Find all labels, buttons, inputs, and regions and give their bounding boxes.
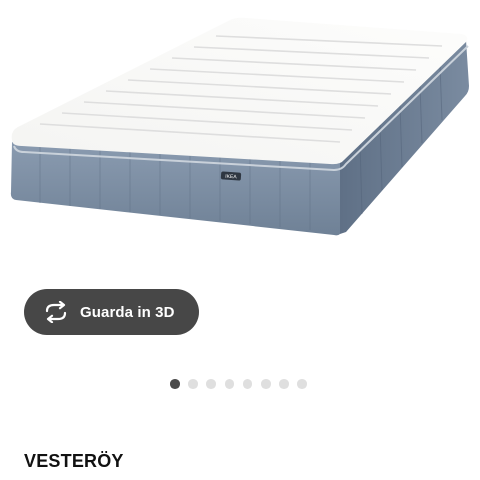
rotate-3d-icon [45, 301, 67, 323]
carousel-dot[interactable] [206, 379, 216, 389]
brand-tag: IKEA [225, 174, 237, 181]
carousel-dots [170, 379, 307, 389]
carousel-dot[interactable] [224, 379, 235, 389]
view-in-3d-label: Guarda in 3D [80, 303, 175, 321]
carousel-dot[interactable] [188, 379, 198, 389]
carousel-dot-active[interactable] [170, 379, 180, 389]
view-in-3d-button[interactable]: Guarda in 3D [24, 289, 199, 335]
product-name: VESTERÖY [24, 451, 124, 471]
carousel-dot[interactable] [242, 379, 253, 389]
carousel-dot[interactable] [260, 379, 271, 389]
carousel-dot[interactable] [279, 379, 289, 389]
carousel-dot[interactable] [297, 379, 307, 389]
product-image[interactable]: IKEA [0, 0, 480, 270]
